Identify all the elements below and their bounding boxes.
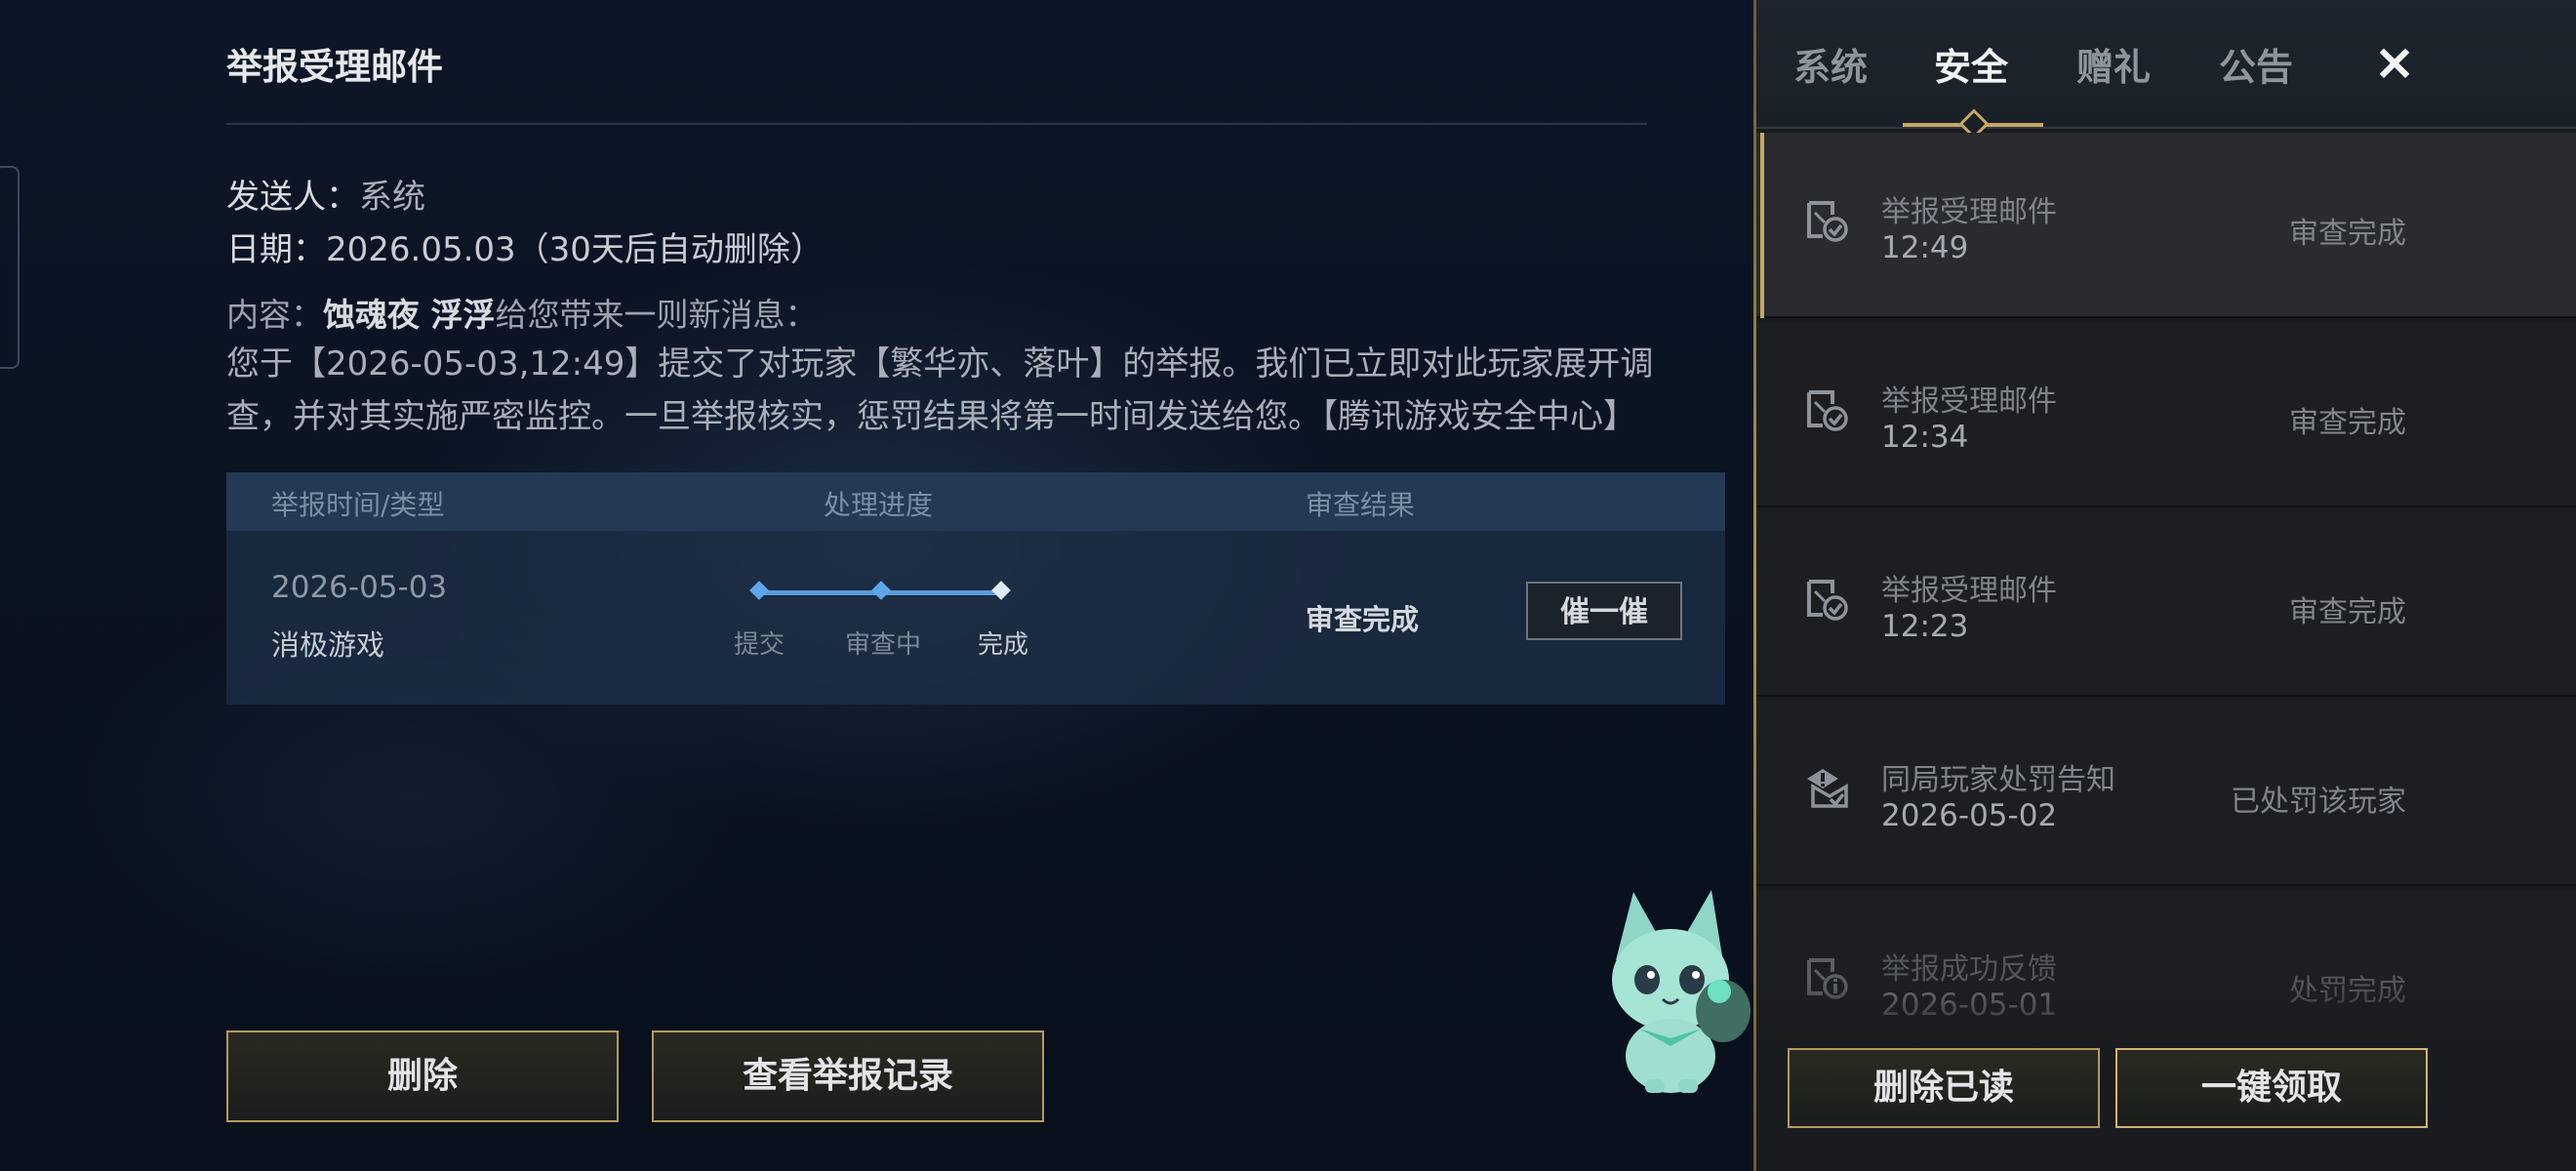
mail-list-item[interactable]: 同局玩家处罚告知 2026-05-02 已处罚该玩家 bbox=[1756, 701, 2576, 886]
mail-item-time: 12:23 bbox=[1881, 609, 1969, 644]
side-handle[interactable] bbox=[0, 166, 20, 369]
tab-gift[interactable]: 赠礼 bbox=[2076, 37, 2151, 91]
header-progress: 处理进度 bbox=[824, 489, 934, 521]
mail-item-title: 举报受理邮件 bbox=[1881, 574, 2057, 608]
shield-check-icon bbox=[1807, 201, 1848, 242]
mail-item-title: 举报成功反馈 bbox=[1881, 952, 2057, 987]
progress-step-dot bbox=[871, 581, 891, 600]
content-prefix: 内容： bbox=[226, 296, 323, 334]
review-result: 审查完成 bbox=[1306, 603, 1420, 636]
mail-item-status: 审查完成 bbox=[2289, 406, 2406, 440]
mail-item-time: 12:49 bbox=[1881, 230, 1969, 265]
mail-item-time: 12:34 bbox=[1881, 420, 1969, 455]
mail-item-title: 同局玩家处罚告知 bbox=[1881, 763, 2115, 797]
report-type: 消极游戏 bbox=[271, 628, 385, 662]
header-time-type: 举报时间/类型 bbox=[271, 489, 445, 521]
content-line: 内容：蚀魂夜 浮浮给您带来一则新消息： bbox=[226, 289, 818, 336]
report-date: 2026-05-03 bbox=[271, 570, 448, 605]
mail-list-panel: 系统 安全 赠礼 公告 × 举报受理邮件 12:49 审查完成 举报受理邮件 1… bbox=[1756, 0, 2576, 1171]
sender-line: 发送人：系统 bbox=[226, 170, 425, 218]
mail-item-status: 审查完成 bbox=[2289, 217, 2406, 251]
mail-title: 举报受理邮件 bbox=[226, 46, 443, 88]
progress-step-dot bbox=[749, 581, 769, 600]
date-value: 2026.05.03（30天后自动删除） bbox=[326, 230, 824, 269]
mail-item-title: 举报受理邮件 bbox=[1881, 384, 2057, 419]
view-report-history-button[interactable]: 查看举报记录 bbox=[652, 1030, 1044, 1122]
delete-button[interactable]: 删除 bbox=[226, 1030, 619, 1122]
progress-step-dot-current bbox=[991, 581, 1011, 600]
title-divider bbox=[226, 123, 1647, 125]
step-label-done: 完成 bbox=[978, 630, 1029, 660]
sender-value: 系统 bbox=[359, 178, 425, 217]
mail-list-item[interactable]: 举报受理邮件 12:23 审查完成 bbox=[1756, 511, 2576, 697]
sender-label: 发送人： bbox=[226, 178, 359, 217]
mail-item-time: 2026-05-02 bbox=[1881, 798, 2058, 833]
mail-item-status: 审查完成 bbox=[2289, 595, 2406, 629]
urge-button[interactable]: 催一催 bbox=[1526, 582, 1682, 640]
mail-item-title: 举报受理邮件 bbox=[1881, 195, 2057, 229]
shield-check-icon bbox=[1807, 580, 1848, 621]
warning-envelope-icon bbox=[1807, 769, 1848, 808]
mail-item-status: 已处罚该玩家 bbox=[2231, 785, 2406, 819]
shield-check-icon bbox=[1807, 390, 1848, 431]
step-label-submit: 提交 bbox=[734, 630, 785, 660]
content-sender: 蚀魂夜 浮浮 bbox=[323, 296, 496, 334]
mail-body: 您于【2026-05-03,12:49】提交了对玩家【繁华亦、落叶】的举报。我们… bbox=[226, 344, 1654, 436]
close-icon[interactable]: × bbox=[2367, 35, 2422, 90]
step-label-reviewing: 审查中 bbox=[845, 630, 922, 660]
report-table-header: 举报时间/类型 处理进度 审查结果 bbox=[226, 472, 1725, 531]
mail-list-item[interactable]: 举报受理邮件 12:34 审查完成 bbox=[1756, 322, 2576, 507]
tab-system[interactable]: 系统 bbox=[1793, 37, 1868, 91]
report-table: 举报时间/类型 处理进度 审查结果 2026-05-03 消极游戏 提交 审查中… bbox=[226, 472, 1725, 705]
content-suffix: 给您带来一则新消息： bbox=[495, 296, 818, 334]
delete-read-button[interactable]: 删除已读 bbox=[1788, 1048, 2100, 1128]
tab-bar: 系统 安全 赠礼 公告 × bbox=[1756, 0, 2576, 140]
date-label: 日期： bbox=[226, 230, 326, 269]
claim-all-button[interactable]: 一键领取 bbox=[2115, 1048, 2428, 1128]
tab-notice[interactable]: 公告 bbox=[2219, 37, 2293, 91]
tab-security[interactable]: 安全 bbox=[1934, 37, 2008, 91]
mascot-fox-image bbox=[1612, 890, 1751, 1093]
date-line: 日期：2026.05.03（30天后自动删除） bbox=[226, 222, 824, 270]
header-result: 审查结果 bbox=[1306, 489, 1416, 521]
mail-list-item[interactable]: 举报受理邮件 12:49 审查完成 bbox=[1756, 133, 2576, 318]
